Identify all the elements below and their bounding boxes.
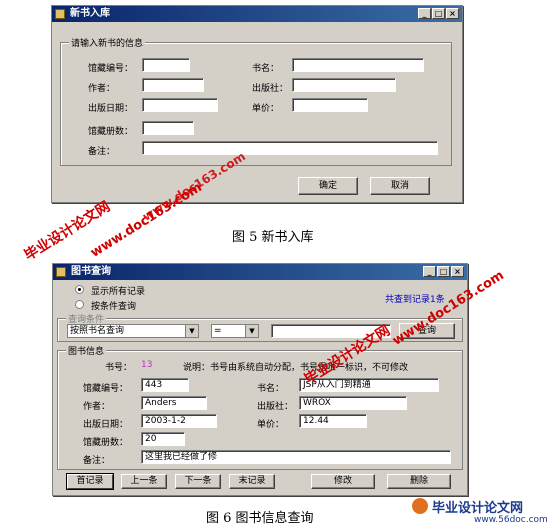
chevron-down-icon: ▼ (245, 325, 258, 337)
name-label: 书名： (257, 384, 285, 394)
date-label: 出版日期： (83, 420, 129, 430)
radio-show-all[interactable] (75, 285, 84, 294)
prev-record-button[interactable]: 上一条 (121, 474, 167, 489)
date-input[interactable]: 2003-1-2 (141, 414, 217, 428)
price-input[interactable] (292, 98, 368, 112)
minimize-button[interactable]: _ (423, 266, 436, 277)
note-label: 备注： (88, 147, 116, 157)
publisher-label: 出版社： (257, 402, 294, 412)
note-label: 备注： (83, 456, 111, 466)
price-label: 单价： (252, 104, 280, 114)
record-count: 共查到记录1条 (385, 295, 445, 305)
edit-button[interactable]: 修改 (311, 474, 375, 489)
first-record-button[interactable]: 首记录 (67, 474, 113, 489)
site-logo: 毕业设计论文网 www.56doc.com (412, 496, 550, 530)
name-label: 书名： (252, 64, 280, 74)
price-input[interactable]: 12.44 (299, 414, 367, 428)
maximize-button[interactable]: □ (437, 266, 450, 277)
app-icon (55, 9, 65, 19)
count-label: 馆藏册数： (83, 438, 129, 448)
chevron-down-icon: ▼ (185, 325, 198, 337)
author-label: 作者： (83, 402, 111, 412)
last-record-button[interactable]: 末记录 (229, 474, 275, 489)
condition-field-value: 按照书名查询 (70, 326, 125, 336)
count-label: 馆藏册数： (88, 127, 134, 137)
logo-brand: 毕业设计论文网 (432, 501, 524, 516)
count-input[interactable] (142, 121, 194, 135)
date-label: 出版日期： (88, 104, 134, 114)
delete-button[interactable]: 删除 (387, 474, 451, 489)
note-input[interactable] (142, 141, 438, 155)
group-legend: 图书信息 (66, 344, 107, 357)
note-input[interactable]: 这里我已经做了修 (141, 450, 451, 464)
minimize-button[interactable]: _ (418, 8, 431, 19)
maximize-button[interactable]: □ (432, 8, 445, 19)
publisher-input[interactable]: WROX (299, 396, 407, 410)
id-label: 馆藏编号： (83, 384, 129, 394)
close-button[interactable]: × (451, 266, 464, 277)
author-input[interactable] (142, 78, 204, 92)
publisher-label: 出版社： (252, 84, 289, 94)
author-input[interactable]: Anders (141, 396, 207, 410)
id-input[interactable] (142, 58, 190, 72)
condition-field-select[interactable]: 按照书名查询 ▼ (67, 324, 199, 338)
cancel-button[interactable]: 取消 (370, 177, 430, 195)
group-legend: 请输入新书的信息 (69, 36, 146, 49)
condition-operator-select[interactable]: = ▼ (211, 324, 259, 338)
id-input[interactable]: 443 (141, 378, 189, 392)
logo-icon (412, 498, 428, 514)
figure-5-caption: 图 5 新书入库 (232, 230, 314, 245)
close-button[interactable]: × (446, 8, 459, 19)
name-input[interactable] (292, 58, 424, 72)
book-no-value: 13 (141, 360, 153, 370)
publisher-input[interactable] (292, 78, 396, 92)
radio-show-all-label: 显示所有记录 (91, 287, 146, 297)
ok-button[interactable]: 确定 (298, 177, 358, 195)
figure-6-caption: 图 6 图书信息查询 (206, 511, 314, 526)
author-label: 作者： (88, 84, 116, 94)
condition-operator-value: = (214, 326, 222, 336)
count-input[interactable]: 20 (141, 432, 185, 446)
title-bar: 图书查询 _ □ × (53, 264, 467, 280)
radio-by-condition-label: 按条件查询 (91, 302, 137, 312)
window-title: 图书查询 (71, 266, 111, 277)
next-record-button[interactable]: 下一条 (175, 474, 221, 489)
logo-url: www.56doc.com (474, 515, 548, 525)
app-icon (56, 267, 66, 277)
id-label: 馆藏编号： (88, 64, 134, 74)
radio-by-condition[interactable] (75, 300, 84, 309)
book-no-label: 书号： (105, 363, 133, 373)
window-title: 新书入库 (70, 8, 110, 19)
book-query-window: 图书查询 _ □ × 显示所有记录 按条件查询 共查到记录1条 查询条件 按照书… (52, 263, 468, 496)
title-bar: 新书入库 _ □ × (52, 6, 462, 22)
book-no-note: 说明：书号由系统自动分配，书号是唯一标识，不可修改 (183, 363, 409, 373)
date-input[interactable] (142, 98, 218, 112)
price-label: 单价： (257, 420, 285, 430)
new-book-window: 新书入库 _ □ × 请输入新书的信息 馆藏编号： 书名： 作者： 出版社： 出… (51, 5, 463, 203)
